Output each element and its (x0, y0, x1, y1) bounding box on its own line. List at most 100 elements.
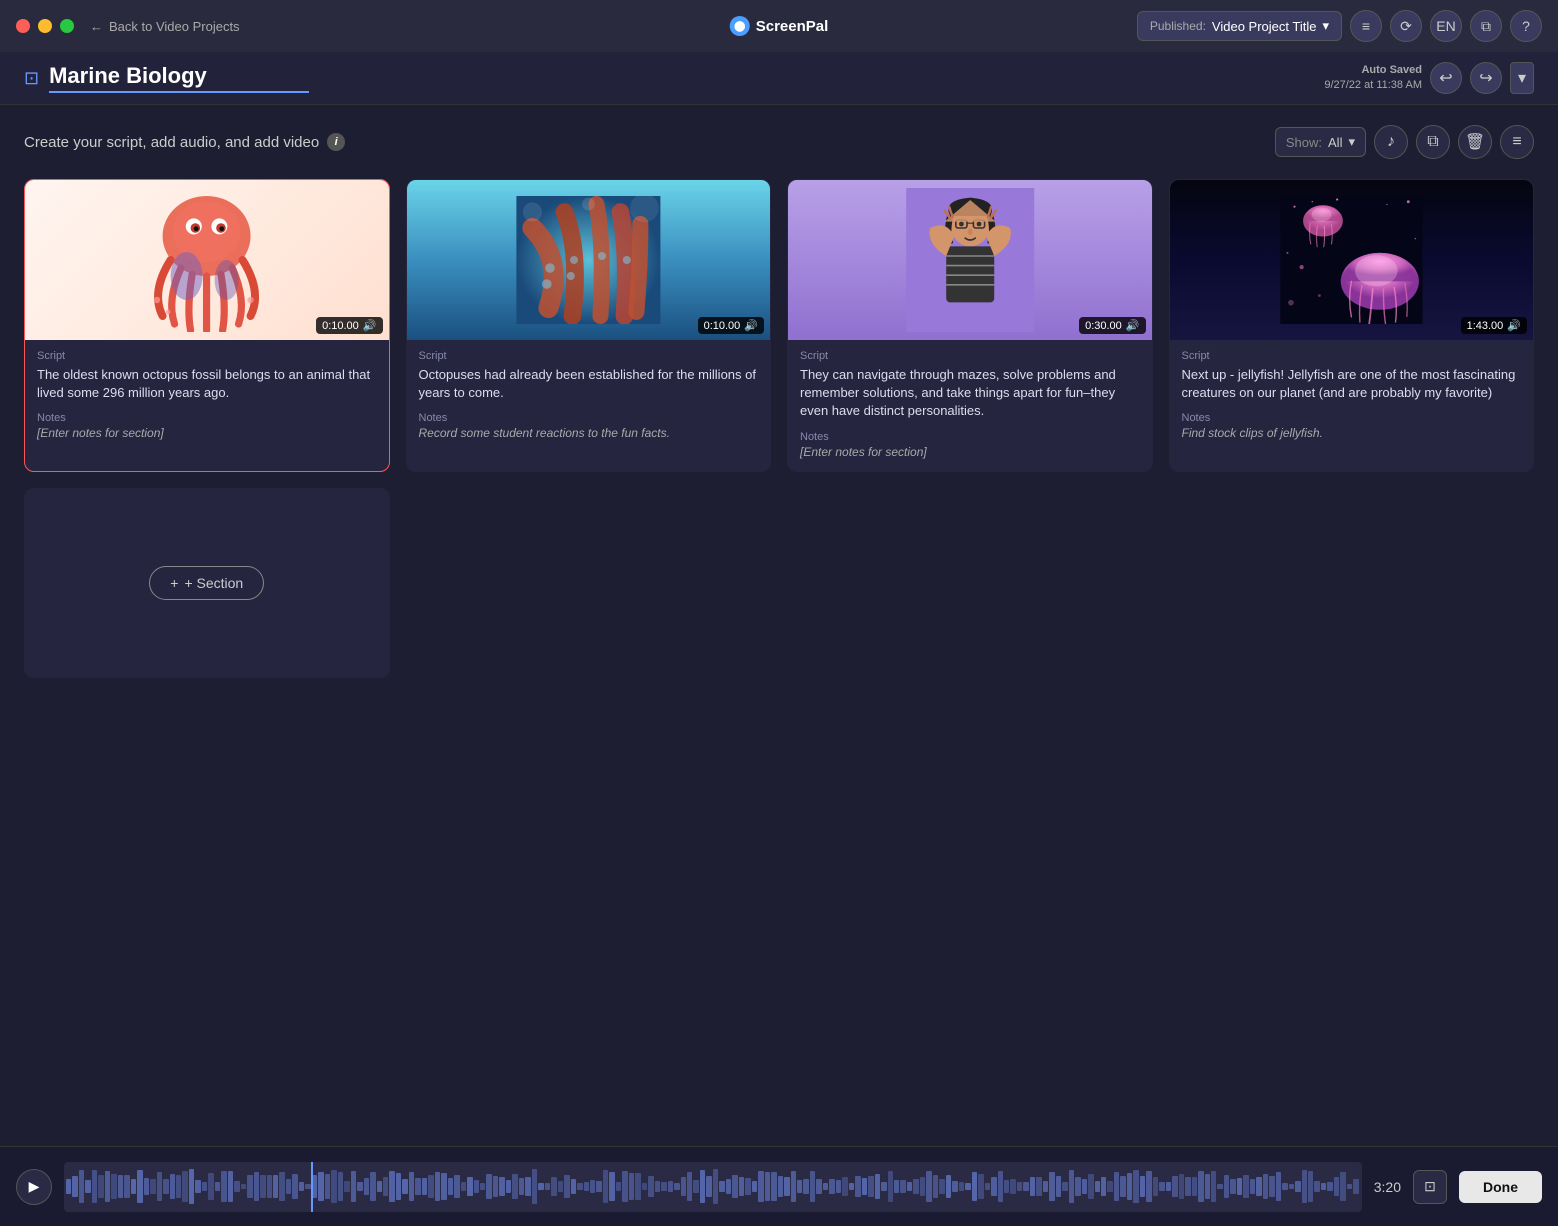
help-icon-btn[interactable]: ? (1510, 10, 1542, 42)
jellyfish-image (1206, 196, 1497, 324)
back-arrow-icon: ← (90, 19, 103, 34)
card-1-notes[interactable]: [Enter notes for section] (37, 426, 377, 440)
transcript-button[interactable]: ⊡ (1413, 1170, 1447, 1204)
octopus-art-image (43, 188, 370, 332)
undo-button[interactable]: ↩ (1430, 62, 1462, 94)
card-4-thumbnail: 1:43.00 🔊 (1170, 180, 1534, 340)
card-4-script[interactable]: Next up - jellyfish! Jellyfish are one o… (1182, 366, 1522, 402)
woman-thumb (788, 180, 1152, 340)
auto-saved: Auto Saved 9/27/22 at 11:38 AM (1324, 63, 1422, 94)
card-4-notes-label: Notes (1182, 412, 1522, 424)
timeline-playhead (311, 1162, 313, 1212)
back-nav[interactable]: ← Back to Video Projects (90, 19, 240, 34)
project-header: ⊡ Auto Saved 9/27/22 at 11:38 AM ↩ ↪ ▾ (0, 52, 1558, 105)
card-2-thumbnail: 0:10.00 🔊 (407, 180, 771, 340)
menu-icon-btn[interactable]: ≡ (1350, 10, 1382, 42)
app-name: ScreenPal (756, 18, 829, 35)
card-4-script-label: Script (1182, 350, 1522, 362)
show-dropdown-icon: ▾ (1348, 134, 1355, 150)
content-toolbar: Create your script, add audio, and add v… (24, 125, 1534, 159)
card-1-script[interactable]: The oldest known octopus fossil belongs … (37, 366, 377, 402)
content-description: Create your script, add audio, and add v… (24, 134, 319, 151)
dropdown-arrow-icon: ▾ (1322, 18, 1329, 34)
card-1-body: Script The oldest known octopus fossil b… (25, 340, 389, 452)
add-section-card[interactable]: + + Section (24, 488, 390, 678)
card-1-notes-label: Notes (37, 412, 377, 424)
card-4[interactable]: 1:43.00 🔊 Script Next up - jellyfish! Je… (1169, 179, 1535, 472)
expand-button[interactable]: ▾ (1510, 62, 1534, 94)
card-3-notes[interactable]: [Enter notes for section] (800, 445, 1140, 459)
octopus-art-thumb (25, 180, 389, 340)
add-row: + + Section (24, 488, 1534, 678)
octopus-photo-image (443, 196, 734, 324)
language-icon-btn[interactable]: EN (1430, 10, 1462, 42)
card-2-duration: 0:10.00 🔊 (698, 317, 764, 334)
info-icon[interactable]: i (327, 133, 345, 151)
header-right: Published: Video Project Title ▾ ≡ ⟳ EN … (1137, 10, 1542, 42)
project-title-area: ⊡ (24, 63, 309, 93)
card-3-script[interactable]: They can navigate through mazes, solve p… (800, 366, 1140, 421)
timeline-bar: ▶ 1:08.00 3:20 ⊡ Done (0, 1146, 1558, 1226)
published-label: Published: (1150, 19, 1206, 33)
card-4-notes[interactable]: Find stock clips of jellyfish. (1182, 426, 1522, 440)
plus-icon: + (170, 575, 178, 591)
card-2[interactable]: 0:10.00 🔊 Script Octopuses had already b… (406, 179, 772, 472)
project-icon: ⊡ (24, 68, 39, 89)
main-content: Create your script, add audio, and add v… (0, 105, 1558, 1146)
card-1[interactable]: 0:10.00 🔊 Script The oldest known octopu… (24, 179, 390, 472)
card-3-thumbnail: 0:30.00 🔊 (788, 180, 1152, 340)
card-4-duration: 1:43.00 🔊 (1461, 317, 1527, 334)
music-icon-btn[interactable]: ♪ (1374, 125, 1408, 159)
content-title: Create your script, add audio, and add v… (24, 133, 345, 151)
card-1-duration: 0:10.00 🔊 (316, 317, 382, 334)
auto-saved-time: 9/27/22 at 11:38 AM (1324, 78, 1422, 93)
timeline-duration: 3:20 (1374, 1179, 1401, 1195)
card-3-script-label: Script (800, 350, 1140, 362)
octopus-photo-thumb (407, 180, 771, 340)
card-1-script-label: Script (37, 350, 377, 362)
show-value: All (1328, 135, 1342, 150)
card-2-notes[interactable]: Record some student reactions to the fun… (419, 426, 759, 440)
redo-button[interactable]: ↪ (1470, 62, 1502, 94)
close-button[interactable] (16, 19, 30, 33)
header-actions: Auto Saved 9/27/22 at 11:38 AM ↩ ↪ ▾ (1324, 62, 1534, 94)
window-controls (16, 19, 74, 33)
timeline-track[interactable]: 1:08.00 (64, 1162, 1362, 1212)
history-icon-btn[interactable]: ⟳ (1390, 10, 1422, 42)
list-view-icon-btn[interactable]: ≡ (1500, 125, 1534, 159)
layers-icon-btn[interactable]: ⧉ (1470, 10, 1502, 42)
show-filter[interactable]: Show: All ▾ (1275, 127, 1366, 157)
card-3-notes-label: Notes (800, 431, 1140, 443)
published-button[interactable]: Published: Video Project Title ▾ (1137, 11, 1342, 41)
auto-saved-label: Auto Saved (1324, 63, 1422, 78)
title-bar: ← Back to Video Projects ⬤ ScreenPal Pub… (0, 0, 1558, 52)
card-2-notes-label: Notes (419, 412, 759, 424)
card-1-thumbnail: 0:10.00 🔊 (25, 180, 389, 340)
cards-grid: 0:10.00 🔊 Script The oldest known octopu… (24, 179, 1534, 472)
waveform (64, 1162, 1362, 1212)
done-button[interactable]: Done (1459, 1171, 1542, 1203)
card-4-body: Script Next up - jellyfish! Jellyfish ar… (1170, 340, 1534, 452)
minimize-button[interactable] (38, 19, 52, 33)
toolbar-right: Show: All ▾ ♪ ⧉ 🗑 ≡ (1275, 125, 1534, 159)
published-value: Video Project Title (1212, 19, 1317, 34)
screenpal-logo-icon: ⬤ (730, 16, 750, 36)
app-logo: ⬤ ScreenPal (730, 16, 829, 36)
delete-icon-btn[interactable]: 🗑 (1458, 125, 1492, 159)
woman-image (843, 188, 1097, 332)
add-section-label: + Section (184, 575, 243, 591)
play-icon: ▶ (29, 1178, 40, 1195)
maximize-button[interactable] (60, 19, 74, 33)
card-3[interactable]: 0:30.00 🔊 Script They can navigate throu… (787, 179, 1153, 472)
copy-icon-btn[interactable]: ⧉ (1416, 125, 1450, 159)
card-2-script[interactable]: Octopuses had already been established f… (419, 366, 759, 402)
card-3-duration: 0:30.00 🔊 (1079, 317, 1145, 334)
add-section-button[interactable]: + + Section (149, 566, 264, 600)
card-2-body: Script Octopuses had already been establ… (407, 340, 771, 452)
jellyfish-thumb (1170, 180, 1534, 340)
play-button[interactable]: ▶ (16, 1169, 52, 1205)
project-title-input[interactable] (49, 63, 309, 93)
card-3-body: Script They can navigate through mazes, … (788, 340, 1152, 471)
back-nav-label: Back to Video Projects (109, 19, 240, 34)
show-label: Show: (1286, 135, 1322, 150)
